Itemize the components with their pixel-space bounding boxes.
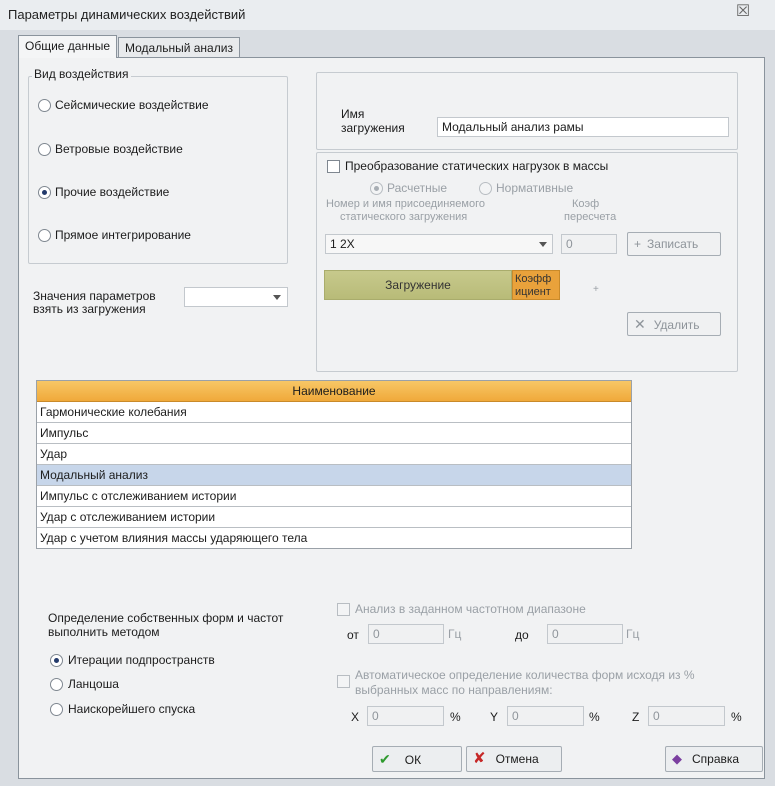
impact-group-label: Вид воздействия [32,67,131,81]
static-conversion-label: Преобразование статических нагрузок в ма… [345,159,609,173]
load-name-label-1: Имя [341,107,365,121]
types-table: Наименование Гармонические колебания Имп… [36,380,632,549]
freq-to-label: до [515,628,529,642]
radio-subspace-iteration[interactable] [50,654,63,667]
ok-button[interactable]: ✔ ОК [372,746,462,772]
freq-from-label: от [347,628,359,642]
window-title: Параметры динамических воздействий [8,7,246,22]
delete-button-label: Удалить [653,318,700,332]
freq-range-label: Анализ в заданном частотном диапазоне [355,602,586,616]
table-row[interactable]: Удар с учетом влияния массы ударяющего т… [37,528,631,548]
table-row[interactable]: Импульс с отслеживанием истории [37,486,631,507]
chevron-down-icon [273,295,281,300]
check-icon: ✔ [379,751,391,767]
auto-forms-label-2: выбранных масс по направлениям: [355,683,553,697]
load-name-input[interactable]: Модальный анализ рамы [437,117,729,137]
auto-forms-checkbox[interactable] [337,675,350,688]
table-row[interactable]: Импульс [37,423,631,444]
z-label: Z [632,710,640,724]
auto-forms-label-1: Автоматическое определение количества фо… [355,668,695,682]
table-row-selected[interactable]: Модальный анализ [37,465,631,486]
method-label-1: Определение собственных форм и частот [48,611,284,625]
tab-general[interactable]: Общие данные [18,35,118,58]
radio-direct-integration-label: Прямое интегрирование [55,228,191,242]
radio-normative[interactable] [479,182,492,195]
col-coef-caption-2: пересчета [564,211,617,223]
help-button[interactable]: ◆ Справка [665,746,763,772]
table-row[interactable]: Удар [37,444,631,465]
static-table-header-coef-1: Коэфф [515,273,552,285]
freq-from-input[interactable]: 0 [368,624,444,644]
cancel-button-label: Отмена [495,752,539,766]
radio-seismic-label: Сейсмические воздействие [55,98,209,112]
freq-from-unit: Гц [448,627,462,641]
x-unit: % [450,710,461,724]
ok-button-label: ОК [404,753,422,767]
radio-steepest-descent-label: Наискорейшего спуска [68,702,196,716]
static-table-header-coef: Коэфф ициент [512,270,560,300]
help-icon: ◆ [672,751,682,766]
delete-icon: ✕ [634,316,646,332]
radio-other-label: Прочие воздействие [55,185,170,199]
params-from-label-1: Значения параметров [33,289,156,303]
radio-normative-label: Нормативные [496,181,574,195]
static-table-header-load: Загружение [324,270,512,300]
load-name-label-2: загружения [341,121,405,135]
radio-subspace-iteration-label: Итерации подпространств [68,653,215,667]
radio-direct-integration[interactable] [38,229,51,242]
radio-lanczos[interactable] [50,678,63,691]
static-load-combo[interactable]: 1 2X [325,234,553,254]
freq-to-unit: Гц [626,627,640,641]
y-label: Y [490,710,499,724]
y-unit: % [589,710,600,724]
write-button-label: Записать [647,237,699,251]
static-conversion-checkbox[interactable] [327,160,340,173]
z-unit: % [731,710,742,724]
tab-modal-analysis[interactable]: Модальный анализ [118,37,240,58]
radio-lanczos-label: Ланцоша [68,677,119,691]
col-coef-caption-1: Коэф [572,198,600,210]
cancel-button[interactable]: ✘ Отмена [466,746,562,772]
radio-steepest-descent[interactable] [50,703,63,716]
radio-wind-label: Ветровые воздействие [55,142,183,156]
radio-other[interactable] [38,186,51,199]
params-from-label-2: взять из загружения [33,302,146,316]
radio-wind[interactable] [38,143,51,156]
write-button[interactable]: + Записать [627,232,721,256]
types-table-header: Наименование [37,381,631,402]
delete-button[interactable]: ✕ Удалить [627,312,721,336]
freq-range-checkbox[interactable] [337,603,350,616]
radio-seismic[interactable] [38,99,51,112]
z-input[interactable]: 0 [648,706,725,726]
plus-icon: + [634,237,642,251]
chevron-down-icon [539,242,547,247]
method-label-2: выполнить методом [48,625,160,639]
add-mark: + [593,284,599,295]
x-label: X [351,710,360,724]
col-name-caption-2: статического загружения [340,211,468,223]
table-row[interactable]: Удар с отслеживанием истории [37,507,631,528]
freq-to-input[interactable]: 0 [547,624,623,644]
coef-input[interactable]: 0 [561,234,617,254]
radio-calculated-label: Расчетные [387,181,448,195]
col-name-caption-1: Номер и имя присоединяемого [326,198,485,210]
help-button-label: Справка [692,752,740,766]
static-table-header-coef-2: ициент [515,286,551,298]
table-row[interactable]: Гармонические колебания [37,402,631,423]
load-name-group [316,72,738,150]
cancel-icon: ✘ [473,750,486,767]
radio-calculated[interactable] [370,182,383,195]
x-input[interactable]: 0 [367,706,444,726]
close-icon[interactable]: ☒ [732,3,754,21]
y-input[interactable]: 0 [507,706,584,726]
